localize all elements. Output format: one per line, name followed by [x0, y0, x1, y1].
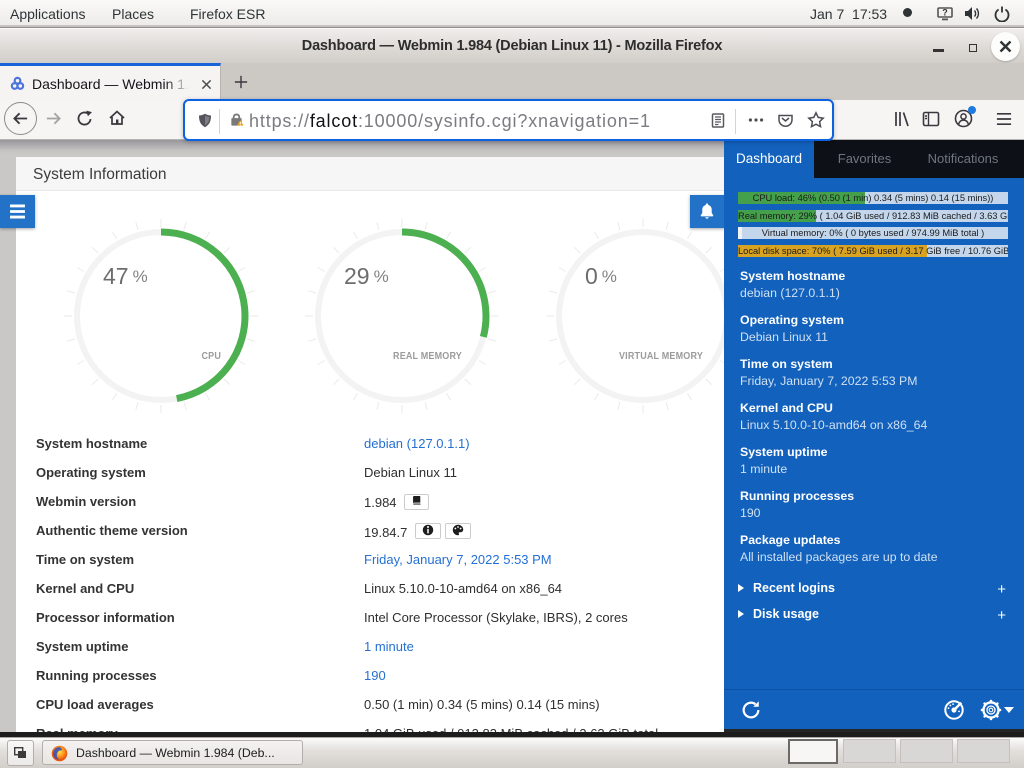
svg-text:?: ? — [942, 8, 948, 18]
